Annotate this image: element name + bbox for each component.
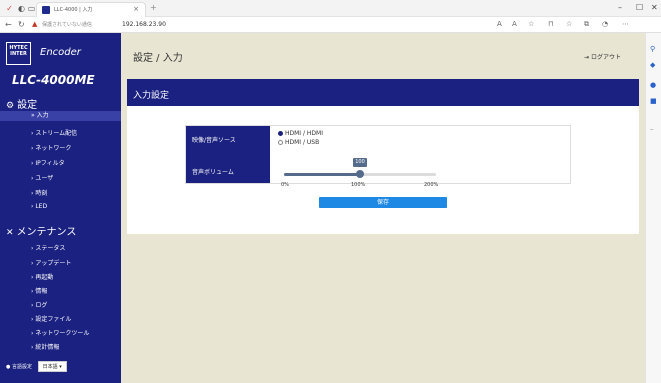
sidebar-item-config-file[interactable]: › 設定ファイル xyxy=(31,314,71,323)
tab-actions-icon[interactable]: ▭ xyxy=(27,4,36,13)
address-bar: ← ↻ ▲ 保護されていない通信 192.168.23.90 A A ☆ ⊓ ☆… xyxy=(0,17,661,33)
source-label: 映像/音声ソース xyxy=(192,137,236,144)
shopping-icon[interactable]: ◆ xyxy=(650,61,655,69)
browser-menu-icon[interactable]: ✓ xyxy=(5,4,14,13)
favorite-icon[interactable]: ☆ xyxy=(528,20,534,28)
favorites-icon[interactable]: ☆ xyxy=(566,20,572,28)
volume-fill xyxy=(284,173,360,176)
collections-icon[interactable]: ⧉ xyxy=(584,20,589,29)
input-settings-panel: 入力設定 映像/音声ソース 音声ボリューム HDMI / HDMI HDMI /… xyxy=(127,79,639,234)
more-icon[interactable]: ⋯ xyxy=(622,20,629,28)
divider-icon: – xyxy=(650,125,654,133)
web-page: HYTEC INTER Encoder LLC-4000ME ⚙ 設定 » 入力 ›… xyxy=(0,33,645,383)
profile-icon[interactable]: ◔ xyxy=(602,20,608,28)
globe-icon: ● xyxy=(6,364,11,370)
wrench-icon: ✕ xyxy=(6,228,14,238)
security-label[interactable]: 保護されていない通信 xyxy=(42,21,92,28)
radio-hdmi-usb[interactable]: HDMI / USB xyxy=(278,139,319,146)
sidebar-item-input[interactable]: » 入力 xyxy=(0,111,121,121)
radio-hdmi-hdmi[interactable]: HDMI / HDMI xyxy=(278,130,323,137)
translate-icon[interactable]: A xyxy=(512,20,517,28)
sidebar-item-time[interactable]: › 時刻 xyxy=(31,188,47,197)
left-navigation: HYTEC INTER Encoder LLC-4000ME ⚙ 設定 » 入力 ›… xyxy=(0,33,121,383)
language-setting: ● 言語設定 日本語 ▾ xyxy=(6,361,67,372)
label-column: 映像/音声ソース 音声ボリューム xyxy=(186,126,270,183)
sidebar-item-update[interactable]: › アップデート xyxy=(31,258,71,267)
settings-form: 映像/音声ソース 音声ボリューム HDMI / HDMI HDMI / USB … xyxy=(185,125,571,188)
sidebar-item-info[interactable]: › 情報 xyxy=(31,286,47,295)
logout-button[interactable]: ⇥ ログアウト xyxy=(584,52,621,61)
maintenance-heading[interactable]: ✕ メンテナンス xyxy=(6,223,76,238)
tools-icon[interactable]: ● xyxy=(650,81,656,89)
gear-icon: ⚙ xyxy=(6,101,15,111)
close-window-button[interactable]: ✕ xyxy=(651,3,658,12)
panel-title: 入力設定 xyxy=(127,79,639,106)
browser-sidebar: ⚲ ◆ ● ■ – xyxy=(645,33,661,383)
language-select[interactable]: 日本語 ▾ xyxy=(37,361,67,372)
back-icon[interactable]: ← xyxy=(5,20,12,29)
volume-thumb[interactable] xyxy=(356,170,364,178)
new-tab-icon[interactable]: + xyxy=(150,3,157,12)
sidebar-item-reboot[interactable]: › 再起動 xyxy=(31,272,53,281)
sidebar-item-streaming[interactable]: › ストリーム配信 xyxy=(31,128,77,137)
sidebar-item-network-tools[interactable]: › ネットワークツール xyxy=(31,328,89,337)
save-button[interactable]: 保存 xyxy=(319,197,447,208)
close-tab-icon[interactable]: × xyxy=(133,5,139,13)
office-icon[interactable]: ■ xyxy=(650,97,657,105)
tick-min: 0% xyxy=(281,182,289,188)
maximize-button[interactable]: ☐ xyxy=(636,3,643,12)
workspaces-icon[interactable]: ◐ xyxy=(17,4,26,13)
language-label: 言語設定 xyxy=(11,364,32,370)
sidebar-item-log[interactable]: › ログ xyxy=(31,300,47,309)
radio-button-icon xyxy=(278,140,283,145)
read-aloud-icon[interactable]: A xyxy=(497,20,502,28)
browser-window: ✓ ◐ ▭ LLC-4000 | 入力 × + – ☐ ✕ ← ↻ ▲ 保護され… xyxy=(0,0,661,383)
sidebar-item-ip-filter[interactable]: › IPフィルタ xyxy=(31,158,65,167)
radio-button-icon xyxy=(278,131,283,136)
minimize-button[interactable]: – xyxy=(618,3,622,12)
tab-bar: ✓ ◐ ▭ LLC-4000 | 入力 × + – ☐ ✕ xyxy=(0,0,661,17)
sidebar-item-statistics[interactable]: › 統計情報 xyxy=(31,342,59,351)
product-name: Encoder xyxy=(40,47,81,58)
hytec-logo: HYTEC INTER xyxy=(6,42,31,65)
browser-tab[interactable]: LLC-4000 | 入力 × xyxy=(36,2,146,17)
logout-icon: ⇥ xyxy=(584,54,590,61)
warning-icon[interactable]: ▲ xyxy=(32,20,37,28)
sidebar-item-user[interactable]: › ユーザ xyxy=(31,173,53,182)
settings-heading[interactable]: ⚙ 設定 xyxy=(6,96,37,111)
breadcrumb: 設定 / 入力 xyxy=(133,53,183,64)
search-icon[interactable]: ⚲ xyxy=(650,45,655,53)
volume-slider[interactable]: 100 xyxy=(284,158,436,178)
sidebar-item-status[interactable]: › ステータス xyxy=(31,243,65,252)
volume-label: 音声ボリューム xyxy=(192,169,234,176)
split-screen-icon[interactable]: ⊓ xyxy=(548,20,553,28)
sidebar-item-led[interactable]: › LED xyxy=(31,203,47,210)
refresh-icon[interactable]: ↻ xyxy=(18,20,25,29)
url-field[interactable]: 192.168.23.90 xyxy=(122,21,166,28)
tab-title: LLC-4000 | 入力 xyxy=(54,7,93,13)
favicon-icon xyxy=(42,6,50,14)
tick-mid: 100% xyxy=(351,182,366,188)
volume-value: 100 xyxy=(353,158,367,167)
chevron-down-icon: ▾ xyxy=(59,364,62,370)
model-name: LLC-4000ME xyxy=(12,73,95,87)
tick-max: 200% xyxy=(424,182,439,188)
sidebar-item-network[interactable]: › ネットワーク xyxy=(31,143,71,152)
chevron-right-icon: » xyxy=(31,112,35,119)
